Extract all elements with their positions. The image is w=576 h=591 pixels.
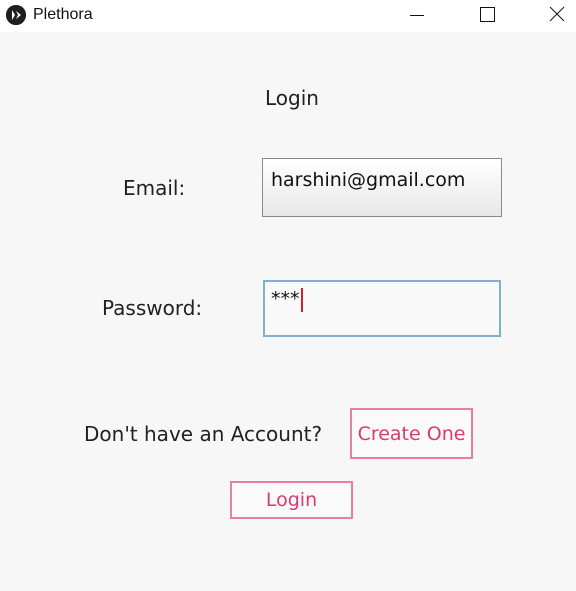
create-account-button[interactable]: Create One [350,408,473,459]
text-cursor [300,288,303,312]
minimize-icon [410,15,424,16]
email-field[interactable]: harshini@gmail.com [262,158,502,217]
password-label: Password: [102,296,203,320]
signup-prompt: Don't have an Account? [84,422,323,446]
login-label: Login [265,489,318,511]
title-bar[interactable]: Plethora [0,0,576,32]
email-value: harshini@gmail.com [271,169,466,191]
minimize-button[interactable] [394,0,440,32]
password-field[interactable]: *** [263,280,501,337]
close-icon [549,6,565,22]
email-label: Email: [123,176,186,200]
password-value: *** [271,288,300,310]
login-button[interactable]: Login [230,481,353,519]
create-account-label: Create One [357,422,466,445]
kivy-logo-icon [6,5,26,25]
window-title: Plethora [33,6,93,23]
page-title: Login [265,86,319,110]
maximize-button[interactable] [464,0,510,32]
app-window: Plethora Login Email: harshini@gmail.com… [0,0,576,591]
close-button[interactable] [534,0,576,32]
maximize-icon [480,7,495,22]
